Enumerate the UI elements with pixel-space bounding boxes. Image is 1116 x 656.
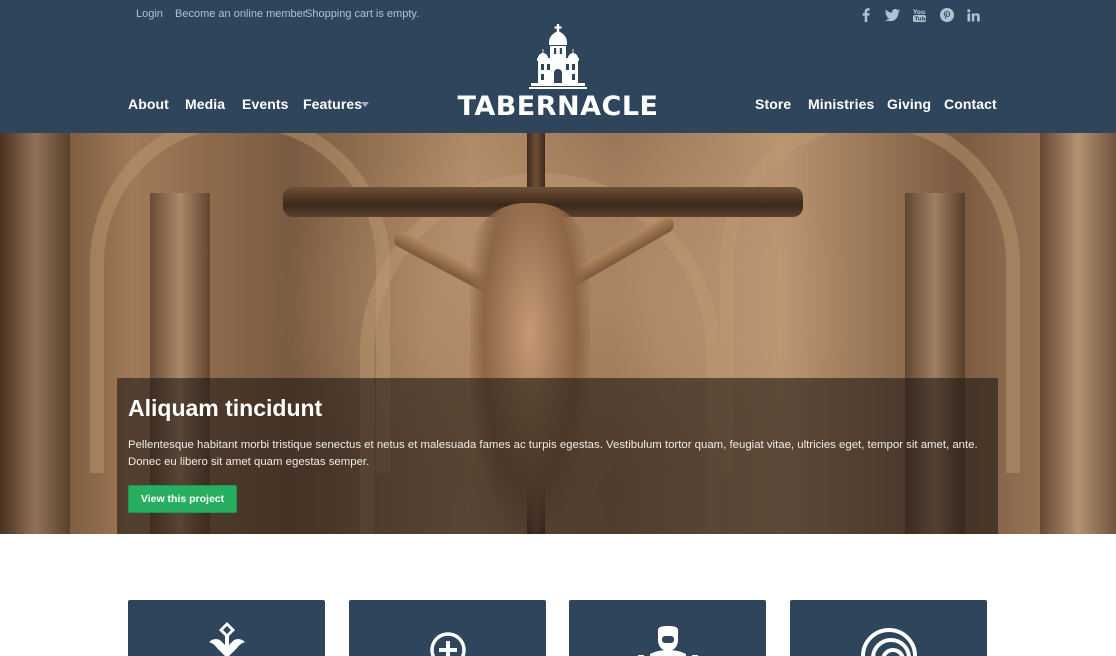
feature-card-1[interactable]: [128, 600, 325, 656]
spiral-icon: [790, 626, 987, 656]
feature-card-3[interactable]: [569, 600, 766, 656]
twitter-icon[interactable]: [884, 6, 900, 24]
chevron-down-icon[interactable]: [361, 102, 369, 107]
feature-card-2[interactable]: [349, 600, 546, 656]
view-project-button[interactable]: View this project: [128, 485, 237, 513]
svg-text:You: You: [913, 9, 925, 16]
hero-description: Pellentesque habitant morbi tristique se…: [128, 439, 978, 468]
nav-store[interactable]: Store: [755, 96, 791, 112]
logo-wordmark[interactable]: TABERNACLE: [440, 91, 676, 122]
site-header: Login Become an online member Shopping c…: [0, 0, 1116, 133]
login-link[interactable]: Login: [136, 8, 163, 20]
nav-contact[interactable]: Contact: [944, 96, 997, 112]
nav-about[interactable]: About: [128, 96, 169, 112]
pinterest-icon[interactable]: [939, 6, 955, 24]
linkedin-icon[interactable]: [965, 6, 981, 24]
plus-circle-icon: [349, 630, 546, 656]
feature-card-4[interactable]: [790, 600, 987, 656]
hero-slider: Aliquam tincidunt Pellentesque habitant …: [0, 133, 1116, 534]
nav-events[interactable]: Events: [242, 96, 289, 112]
become-member-link[interactable]: Become an online member: [175, 8, 306, 20]
nav-giving[interactable]: Giving: [887, 96, 931, 112]
ornate-cross-icon: [128, 622, 325, 656]
hero-caption: Aliquam tincidunt Pellentesque habitant …: [117, 378, 998, 534]
church-icon[interactable]: [529, 24, 587, 97]
nav-media[interactable]: Media: [185, 96, 225, 112]
youtube-icon[interactable]: YouTube: [911, 6, 927, 24]
facebook-icon[interactable]: [859, 6, 873, 24]
nav-features[interactable]: Features: [303, 96, 362, 112]
nav-ministries[interactable]: Ministries: [808, 96, 874, 112]
hero-pillar-left: [0, 133, 70, 534]
svg-text:Tube: Tube: [914, 16, 926, 22]
person-icon: [569, 626, 766, 656]
cart-status[interactable]: Shopping cart is empty.: [305, 8, 419, 20]
hero-pillar-right: [1040, 133, 1116, 534]
hero-title: Aliquam tincidunt: [128, 395, 323, 421]
